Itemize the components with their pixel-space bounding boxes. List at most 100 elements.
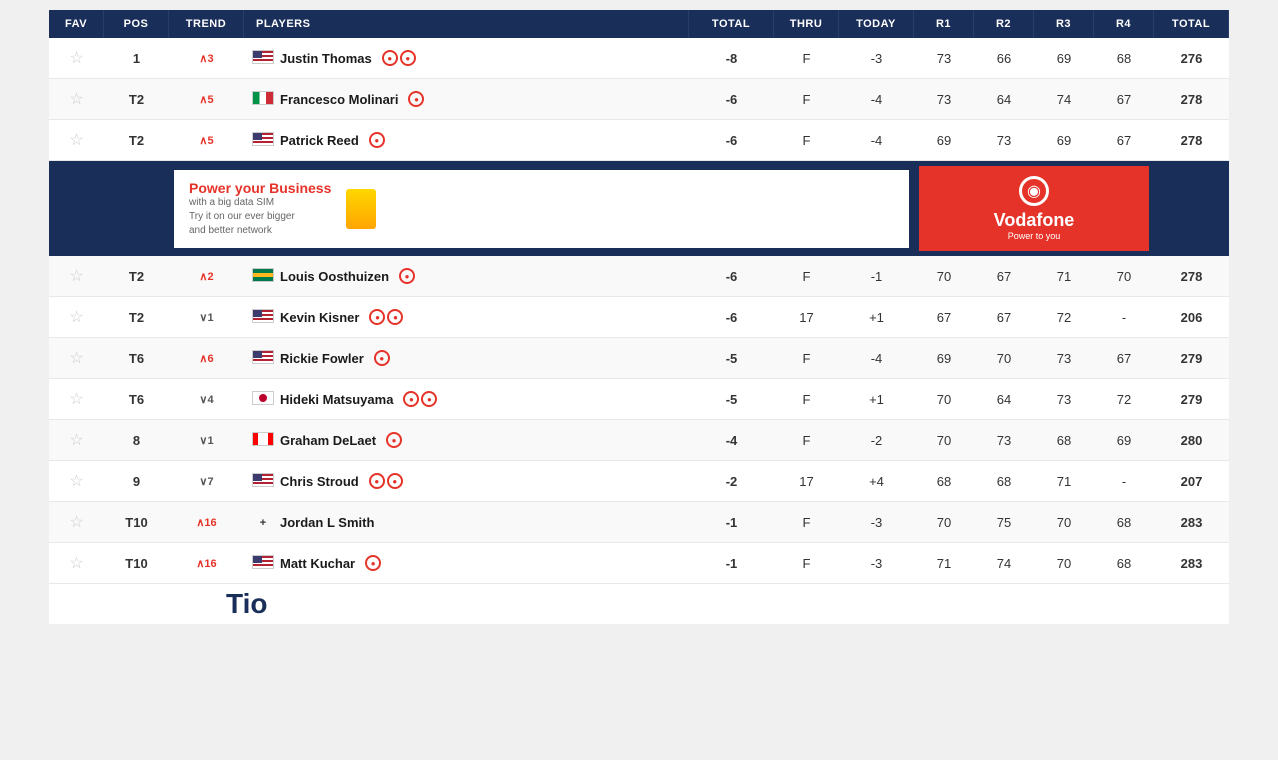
player-name-cell: Justin Thomas ●● bbox=[244, 40, 689, 77]
player-pos: 8 bbox=[104, 423, 169, 458]
player-trend: ∧5 bbox=[169, 124, 244, 157]
player-fav[interactable]: ☆ bbox=[49, 543, 104, 583]
player-today: -3 bbox=[839, 505, 914, 540]
player-pos: T2 bbox=[104, 123, 169, 158]
advertisement-row: Power your Business with a big data SIM … bbox=[49, 161, 1229, 256]
player-thru: 17 bbox=[774, 464, 839, 499]
player-total: -5 bbox=[689, 341, 774, 376]
header-r2: R2 bbox=[974, 10, 1034, 38]
player-r1: 68 bbox=[914, 464, 974, 499]
player-flag-wrapper bbox=[252, 350, 274, 367]
player-trend: ∨4 bbox=[169, 383, 244, 416]
player-total-score: 276 bbox=[1154, 41, 1229, 76]
player-name[interactable]: Justin Thomas bbox=[280, 51, 372, 66]
header-total1: TOTAL bbox=[689, 10, 774, 38]
player-pos: T2 bbox=[104, 259, 169, 294]
player-name[interactable]: Graham DeLaet bbox=[280, 433, 376, 448]
player-fav[interactable]: ☆ bbox=[49, 256, 104, 296]
player-fav[interactable]: ☆ bbox=[49, 461, 104, 501]
leaderboard: FAV POS TREND PLAYERS TOTAL THRU TODAY R… bbox=[49, 10, 1229, 624]
player-name-cell: Rickie Fowler ● bbox=[244, 340, 689, 377]
player-name[interactable]: Rickie Fowler bbox=[280, 351, 364, 366]
player-pos: T2 bbox=[104, 82, 169, 117]
player-thru: F bbox=[774, 505, 839, 540]
player-name[interactable]: Patrick Reed bbox=[280, 133, 359, 148]
player-fav[interactable]: ☆ bbox=[49, 79, 104, 119]
player-thru: F bbox=[774, 341, 839, 376]
circle-icon: ● bbox=[386, 432, 402, 448]
player-flag-wrapper bbox=[252, 268, 274, 285]
player-r2: 68 bbox=[974, 464, 1034, 499]
player-r3: 68 bbox=[1034, 423, 1094, 458]
player-today: -4 bbox=[839, 123, 914, 158]
player-r1: 69 bbox=[914, 123, 974, 158]
player-thru: F bbox=[774, 41, 839, 76]
player-r4: 72 bbox=[1094, 382, 1154, 417]
player-pos: T6 bbox=[104, 341, 169, 376]
player-fav[interactable]: ☆ bbox=[49, 297, 104, 337]
ad-content[interactable]: Power your Business with a big data SIM … bbox=[174, 170, 909, 248]
player-name-cell: Matt Kuchar ● bbox=[244, 545, 689, 582]
player-name-cell: Francesco Molinari ● bbox=[244, 81, 689, 118]
player-trend: ∧2 bbox=[169, 260, 244, 293]
player-total: -6 bbox=[689, 82, 774, 117]
player-flag-wrapper bbox=[252, 132, 274, 149]
circle-icon: ● bbox=[365, 555, 381, 571]
player-total: -1 bbox=[689, 546, 774, 581]
player-today: -3 bbox=[839, 41, 914, 76]
player-r1: 67 bbox=[914, 300, 974, 335]
player-fav[interactable]: ☆ bbox=[49, 120, 104, 160]
player-thru: F bbox=[774, 423, 839, 458]
player-name[interactable]: Hideki Matsuyama bbox=[280, 392, 393, 407]
player-r1: 73 bbox=[914, 41, 974, 76]
ad-sim-image bbox=[346, 189, 376, 229]
player-thru: F bbox=[774, 546, 839, 581]
player-r3: 69 bbox=[1034, 123, 1094, 158]
header-fav: FAV bbox=[49, 10, 104, 38]
player-name[interactable]: Jordan L Smith bbox=[280, 515, 374, 530]
player-name[interactable]: Matt Kuchar bbox=[280, 556, 355, 571]
player-flag bbox=[252, 393, 274, 408]
header-players: PLAYERS bbox=[244, 10, 689, 38]
player-icons: ●● bbox=[382, 50, 416, 66]
player-r1: 71 bbox=[914, 546, 974, 581]
player-name[interactable]: Chris Stroud bbox=[280, 474, 359, 489]
player-r2: 73 bbox=[974, 123, 1034, 158]
player-flag bbox=[252, 270, 274, 285]
header-total2: TOTAL bbox=[1154, 10, 1229, 38]
ad-line2: Try it on our ever bigger bbox=[189, 210, 331, 224]
player-r2: 67 bbox=[974, 259, 1034, 294]
player-total-score: 279 bbox=[1154, 382, 1229, 417]
player-icons: ● bbox=[399, 268, 415, 284]
player-thru: 17 bbox=[774, 300, 839, 335]
player-name[interactable]: Kevin Kisner bbox=[280, 310, 359, 325]
player-flag-wrapper: + bbox=[252, 514, 274, 530]
player-flag-wrapper bbox=[252, 91, 274, 108]
ad-line1: with a big data SIM bbox=[189, 196, 331, 210]
player-fav[interactable]: ☆ bbox=[49, 502, 104, 542]
player-total: -2 bbox=[689, 464, 774, 499]
player-trend: ∧16 bbox=[169, 506, 244, 539]
header-trend: TREND bbox=[169, 10, 244, 38]
ad-vodafone[interactable]: ◉ Vodafone Power to you bbox=[919, 166, 1149, 251]
player-fav[interactable]: ☆ bbox=[49, 38, 104, 78]
player-total-score: 279 bbox=[1154, 341, 1229, 376]
player-fav[interactable]: ☆ bbox=[49, 338, 104, 378]
player-fav[interactable]: ☆ bbox=[49, 420, 104, 460]
player-name[interactable]: Louis Oosthuizen bbox=[280, 269, 389, 284]
player-name-cell: Kevin Kisner ●● bbox=[244, 299, 689, 336]
circle-icon: ● bbox=[369, 309, 385, 325]
player-flag-wrapper bbox=[252, 555, 274, 572]
player-pos: T10 bbox=[104, 505, 169, 540]
player-flag bbox=[252, 311, 274, 326]
header-r3: R3 bbox=[1034, 10, 1094, 38]
player-today: +1 bbox=[839, 382, 914, 417]
header-r1: R1 bbox=[914, 10, 974, 38]
player-name[interactable]: Francesco Molinari bbox=[280, 92, 398, 107]
player-r2: 64 bbox=[974, 82, 1034, 117]
player-fav[interactable]: ☆ bbox=[49, 379, 104, 419]
header-pos: POS bbox=[104, 10, 169, 38]
player-total-score: 283 bbox=[1154, 505, 1229, 540]
header-thru: THRU bbox=[774, 10, 839, 38]
player-flag-wrapper bbox=[252, 432, 274, 449]
